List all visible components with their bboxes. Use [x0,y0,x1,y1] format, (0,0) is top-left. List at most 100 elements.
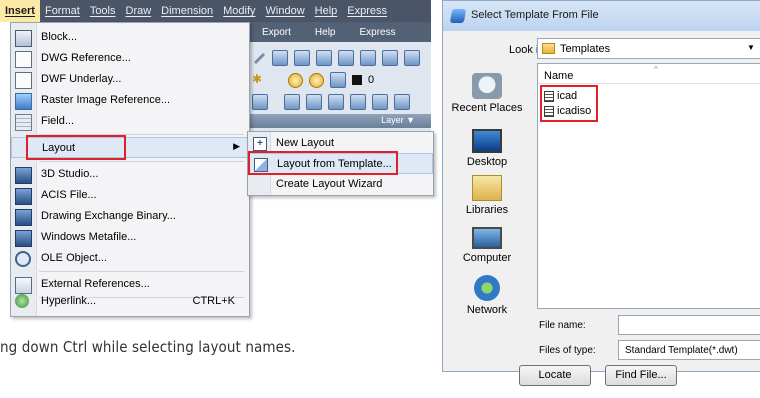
wmf-icon [15,230,32,247]
menu-item-label: Drawing Exchange Binary... [41,210,176,222]
menu-item-label: Field... [41,115,75,127]
layer-tool-icon[interactable] [382,50,398,66]
menu-help[interactable]: Help [310,0,343,22]
menu-item-windows-metafile[interactable]: Windows Metafile... [11,227,249,248]
name-column-header[interactable]: ^ Name [538,64,760,84]
menu-item-3d-studio[interactable]: 3D Studio... [11,164,249,185]
libraries-icon [472,175,502,201]
ribbon-tool-row-1 [252,48,420,68]
layer-tool-icon[interactable] [284,94,300,110]
dxb-icon [15,209,32,226]
place-libraries[interactable]: Libraries [443,175,531,216]
place-computer[interactable]: Computer [443,227,531,264]
menu-item-ole-object[interactable]: OLE Object... [11,248,249,269]
recent-places-icon [472,73,502,99]
submenu-item-label: Create Layout Wizard [276,178,383,190]
menu-item-label: External References... [41,278,150,290]
layer-panel-label[interactable]: Layer ▼ [381,115,415,125]
menu-item-dwf-underlay[interactable]: DWF Underlay... [11,69,249,90]
layer-tool-icon[interactable] [338,50,354,66]
layer-tool-icon[interactable] [272,50,288,66]
look-in-value: Templates [560,43,611,55]
menu-draw[interactable]: Draw [121,0,157,22]
file-list[interactable]: ^ Name icad icadiso [537,63,760,309]
ribbon-tab-express[interactable]: Express [345,27,405,38]
sparkle-icon[interactable]: ✱ [252,72,268,88]
file-name-input[interactable] [618,315,760,335]
sun-icon[interactable] [309,72,324,88]
menu-separator [39,161,244,162]
layer-lock-icon[interactable] [330,72,346,88]
files-of-type-dropdown[interactable]: Standard Template(*.dwt) [618,340,760,360]
layer-tool-icon[interactable] [404,50,420,66]
menu-item-field[interactable]: Field... [11,111,249,132]
menu-item-label: OLE Object... [41,252,108,264]
places-bar: Recent Places Desktop Libraries Computer… [443,63,531,323]
menu-item-raster-image[interactable]: Raster Image Reference... [11,90,249,111]
layer-color-swatch[interactable] [352,75,362,85]
highlight-box-files [540,85,598,122]
layer-panel-strip: Layer ▼ [248,114,431,128]
place-label: Recent Places [451,102,523,114]
look-in-dropdown[interactable]: Templates ▼ [537,38,760,59]
layer-tool-icon[interactable] [372,94,388,110]
menu-item-hyperlink[interactable]: Hyperlink... CTRL+K [11,291,249,312]
lightbulb-icon[interactable] [288,72,303,88]
ole-object-icon [15,251,31,267]
locate-button[interactable]: Locate [519,365,591,386]
highlight-box-layout-from-template [248,151,398,175]
chevron-down-icon[interactable]: ▼ [747,43,755,52]
submenu-item-label: New Layout [276,137,335,149]
place-desktop[interactable]: Desktop [443,129,531,168]
menu-modify[interactable]: Modify [218,0,260,22]
menu-tools[interactable]: Tools [85,0,121,22]
select-template-dialog: Select Template From File Look in: Templ… [442,0,760,386]
sort-arrow-icon: ^ [654,65,658,74]
pencil-icon[interactable] [252,50,266,66]
file-name-label: File name: [539,320,586,331]
highlight-box-layout [26,135,126,160]
menu-window[interactable]: Window [261,0,310,22]
menu-insert[interactable]: Insert [0,0,40,22]
layer-tool-icon[interactable] [328,94,344,110]
caption-text: ng down Ctrl while selecting layout name… [0,338,296,356]
menu-bar: Insert Format Tools Draw Dimension Modif… [0,0,431,22]
layer-tool-icon[interactable] [294,50,310,66]
place-label: Network [466,304,508,316]
place-network[interactable]: Network [443,275,531,316]
find-file-button[interactable]: Find File... [605,365,677,386]
place-recent-places[interactable]: Recent Places [443,73,531,114]
ribbon-tab-export[interactable]: Export [248,27,301,38]
submenu-item-create-layout-wizard[interactable]: Create Layout Wizard [248,174,433,195]
new-layout-icon: + [253,137,267,151]
menu-format[interactable]: Format [40,0,85,22]
menu-item-dwg-reference[interactable]: DWG Reference... [11,48,249,69]
app-icon [449,9,467,23]
layer-name-value: 0 [368,74,375,86]
dialog-title: Select Template From File [471,9,599,21]
layer-tool-icon[interactable] [360,50,376,66]
menu-item-label: 3D Studio... [41,168,99,180]
layer-tool-icon[interactable] [316,50,332,66]
menu-item-drawing-exchange-binary[interactable]: Drawing Exchange Binary... [11,206,249,227]
dwf-underlay-icon [15,72,32,89]
menu-express[interactable]: Express [342,0,392,22]
submenu-arrow-icon: ▶ [233,141,240,151]
layout-submenu: + New Layout Layout from Template... Cre… [247,131,434,196]
acis-file-icon [15,188,32,205]
menu-item-label: Hyperlink... [41,295,97,307]
menu-item-label: DWG Reference... [41,52,131,64]
layer-tool-icon[interactable] [394,94,410,110]
layer-tool-icon[interactable] [252,94,268,110]
menu-item-block[interactable]: Block... [11,27,249,48]
menu-item-acis-file[interactable]: ACIS File... [11,185,249,206]
dwg-reference-icon [15,51,32,68]
ribbon-tabs: Export Help Express [248,22,431,42]
ribbon-tool-row-3 [252,92,410,112]
layer-tool-icon[interactable] [306,94,322,110]
raster-image-icon [15,93,32,110]
field-icon [15,114,32,131]
layer-tool-icon[interactable] [350,94,366,110]
ribbon-tab-help[interactable]: Help [301,27,346,38]
menu-dimension[interactable]: Dimension [156,0,218,22]
